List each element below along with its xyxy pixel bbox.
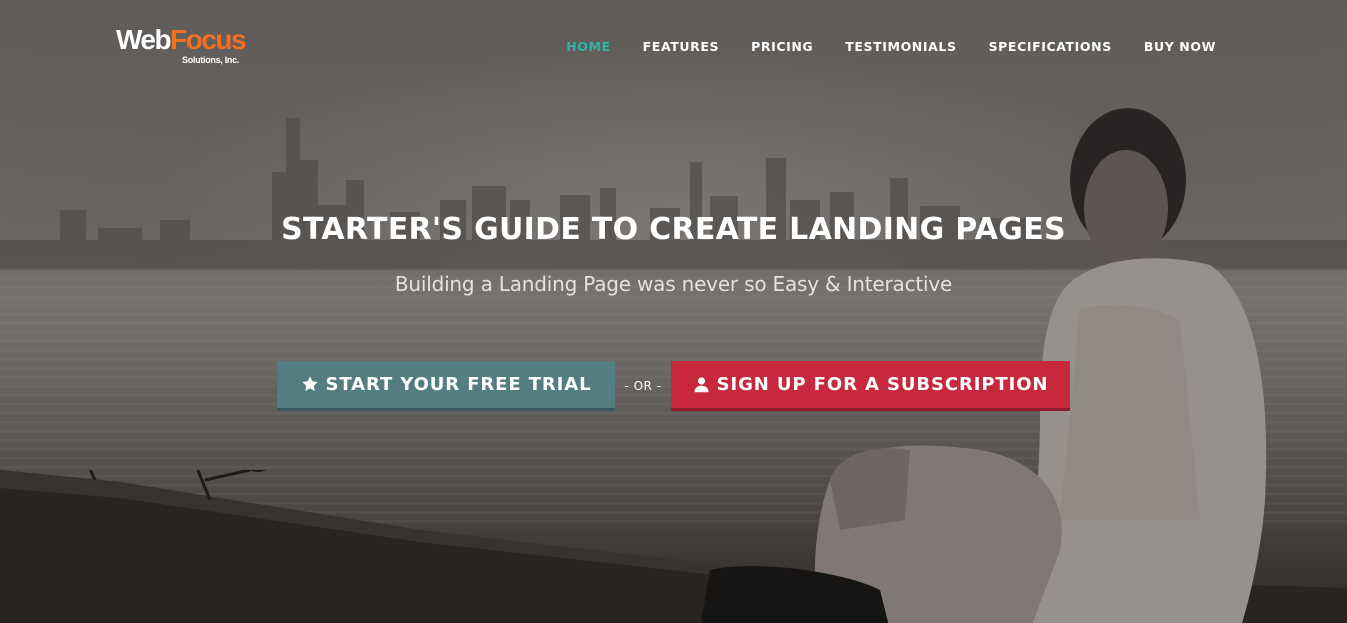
hero-subtitle: Building a Landing Page was never so Eas… (394, 272, 953, 296)
logo-focus-text: Focus (170, 24, 246, 55)
nav-item-features[interactable]: FEATURES (643, 39, 719, 54)
sign-up-subscription-label: SIGN UP FOR A SUBSCRIPTION (716, 373, 1049, 395)
logo-wordmark: WebFocus (116, 24, 247, 56)
logo-web-text: Web (116, 24, 172, 55)
user-icon (693, 376, 710, 393)
nav-item-home[interactable]: HOME (566, 39, 610, 54)
nav-item-testimonials[interactable]: TESTIMONIALS (845, 39, 956, 54)
nav-item-specifications[interactable]: SPECIFICATIONS (989, 39, 1112, 54)
hero-overlay (0, 0, 1347, 623)
start-free-trial-label: START YOUR FREE TRIAL (325, 373, 592, 395)
hero-section: WebFocus Solutions, Inc. HOME FEATURES P… (0, 0, 1347, 623)
cta-row: START YOUR FREE TRIAL - OR - SIGN UP FOR… (277, 359, 1070, 412)
sign-up-subscription-button[interactable]: SIGN UP FOR A SUBSCRIPTION (671, 360, 1070, 411)
logo-subtitle: Solutions, Inc. (182, 55, 240, 65)
nav-item-pricing[interactable]: PRICING (751, 39, 813, 54)
or-separator: - OR - (624, 378, 662, 393)
main-navigation: HOME FEATURES PRICING TESTIMONIALS SPECI… (534, 39, 1216, 54)
nav-item-buy-now[interactable]: BUY NOW (1144, 39, 1216, 54)
start-free-trial-button[interactable]: START YOUR FREE TRIAL (277, 360, 615, 411)
webfocus-logo[interactable]: WebFocus Solutions, Inc. (116, 24, 256, 68)
hero-title: STARTER'S GUIDE TO CREATE LANDING PAGES (281, 212, 1066, 247)
star-icon (301, 375, 319, 393)
